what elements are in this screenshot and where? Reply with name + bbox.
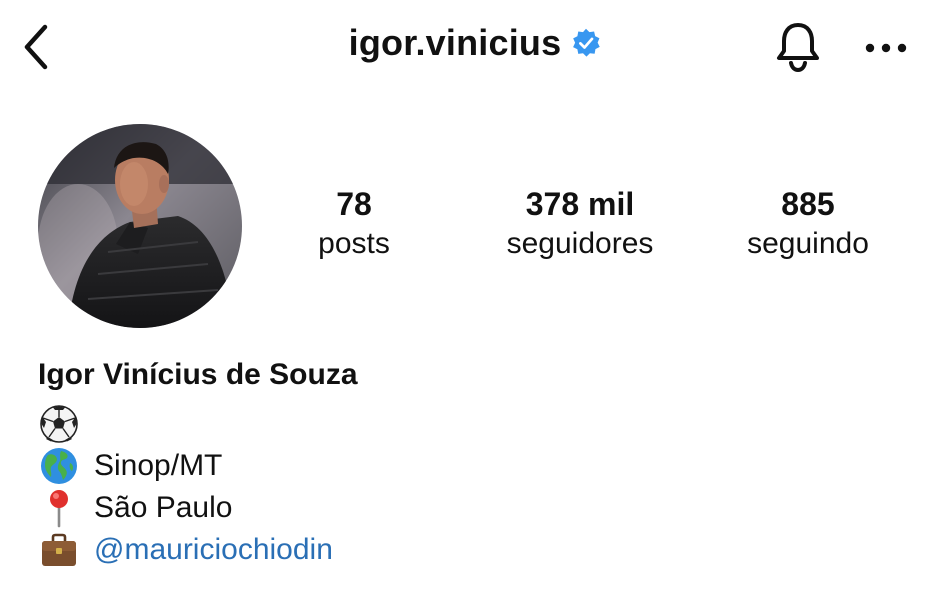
bio-line-management: @mauriciochiodin [38, 530, 333, 570]
briefcase-icon [38, 530, 80, 570]
followers-label: seguidores [506, 227, 654, 260]
username: igor.vinicius [348, 22, 562, 63]
bell-icon [777, 23, 819, 73]
following-label: seguindo [747, 227, 869, 260]
posts-label: posts [318, 227, 390, 260]
soccer-ball-icon [38, 404, 80, 444]
bio-line-location-current: São Paulo [38, 488, 232, 528]
more-options-button[interactable] [858, 26, 914, 70]
profile-screen: igor.vinicius 78 posts 378 mil seguidore… [0, 0, 950, 593]
posts-count: 78 [336, 186, 372, 222]
bio-line-location-origin: Sinop/MT [38, 446, 222, 486]
followers-count: 378 mil [525, 186, 635, 222]
notifications-button[interactable] [770, 18, 826, 76]
bio-current-text: São Paulo [94, 491, 233, 524]
pin-icon [38, 488, 80, 528]
top-bar: igor.vinicius [0, 0, 950, 100]
management-mention-link[interactable]: @mauriciochiodin [94, 533, 333, 567]
stat-posts[interactable]: 78 posts [294, 184, 414, 264]
stat-following[interactable]: 885 seguindo [728, 184, 888, 264]
following-count: 885 [781, 186, 835, 222]
verified-badge-icon [573, 28, 601, 57]
avatar-image [38, 124, 242, 328]
globe-icon [38, 446, 80, 486]
profile-avatar[interactable] [38, 124, 242, 328]
stat-followers[interactable]: 378 mil seguidores [480, 184, 680, 264]
bio-origin-text: Sinop/MT [94, 449, 223, 482]
more-horizontal-icon [865, 43, 907, 53]
full-name: Igor Vinícius de Souza [38, 358, 358, 391]
bio-line-soccer [38, 404, 80, 444]
